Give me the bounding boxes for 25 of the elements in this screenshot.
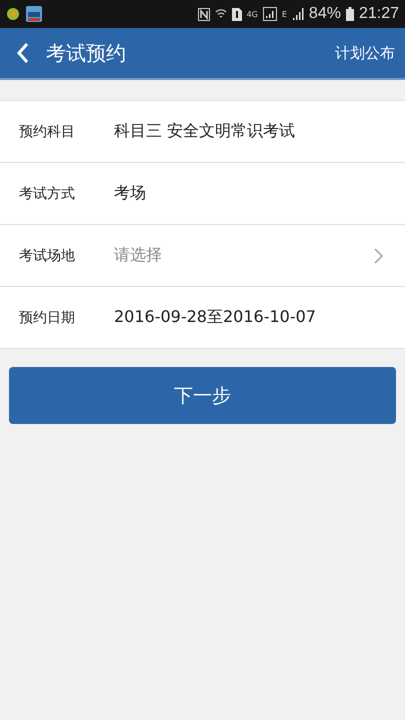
next-button[interactable]: 下一步 <box>9 367 396 424</box>
field-value: 考场 <box>114 183 146 204</box>
field-label: 考试场地 <box>19 246 76 264</box>
select-field[interactable]: 请选择 <box>114 245 374 266</box>
field-label: 预约日期 <box>19 308 76 326</box>
network-label: E <box>282 10 287 19</box>
battery-icon <box>346 7 354 21</box>
wifi-icon <box>214 8 227 20</box>
signal-icon <box>262 7 277 21</box>
clock: 21:27 <box>358 5 399 23</box>
sim-icon <box>232 8 242 20</box>
network-label: 4G <box>246 10 258 19</box>
battery-percent: 84% <box>308 5 341 23</box>
field-value: 2016-09-28至2016-10-07 <box>114 307 316 328</box>
nfc-icon <box>198 8 210 20</box>
plan-link[interactable]: 计划公布 <box>335 44 395 62</box>
field-label: 考试方式 <box>19 184 76 202</box>
app-icon <box>26 6 42 22</box>
page-title: 考试预约 <box>46 40 126 66</box>
chevron-right-icon <box>374 248 383 264</box>
field-label: 预约科目 <box>19 122 76 140</box>
field-value: 科目三 安全文明常识考试 <box>114 121 296 142</box>
app-icon <box>6 7 20 21</box>
signal-icon <box>292 8 304 20</box>
back-icon[interactable] <box>16 42 30 64</box>
